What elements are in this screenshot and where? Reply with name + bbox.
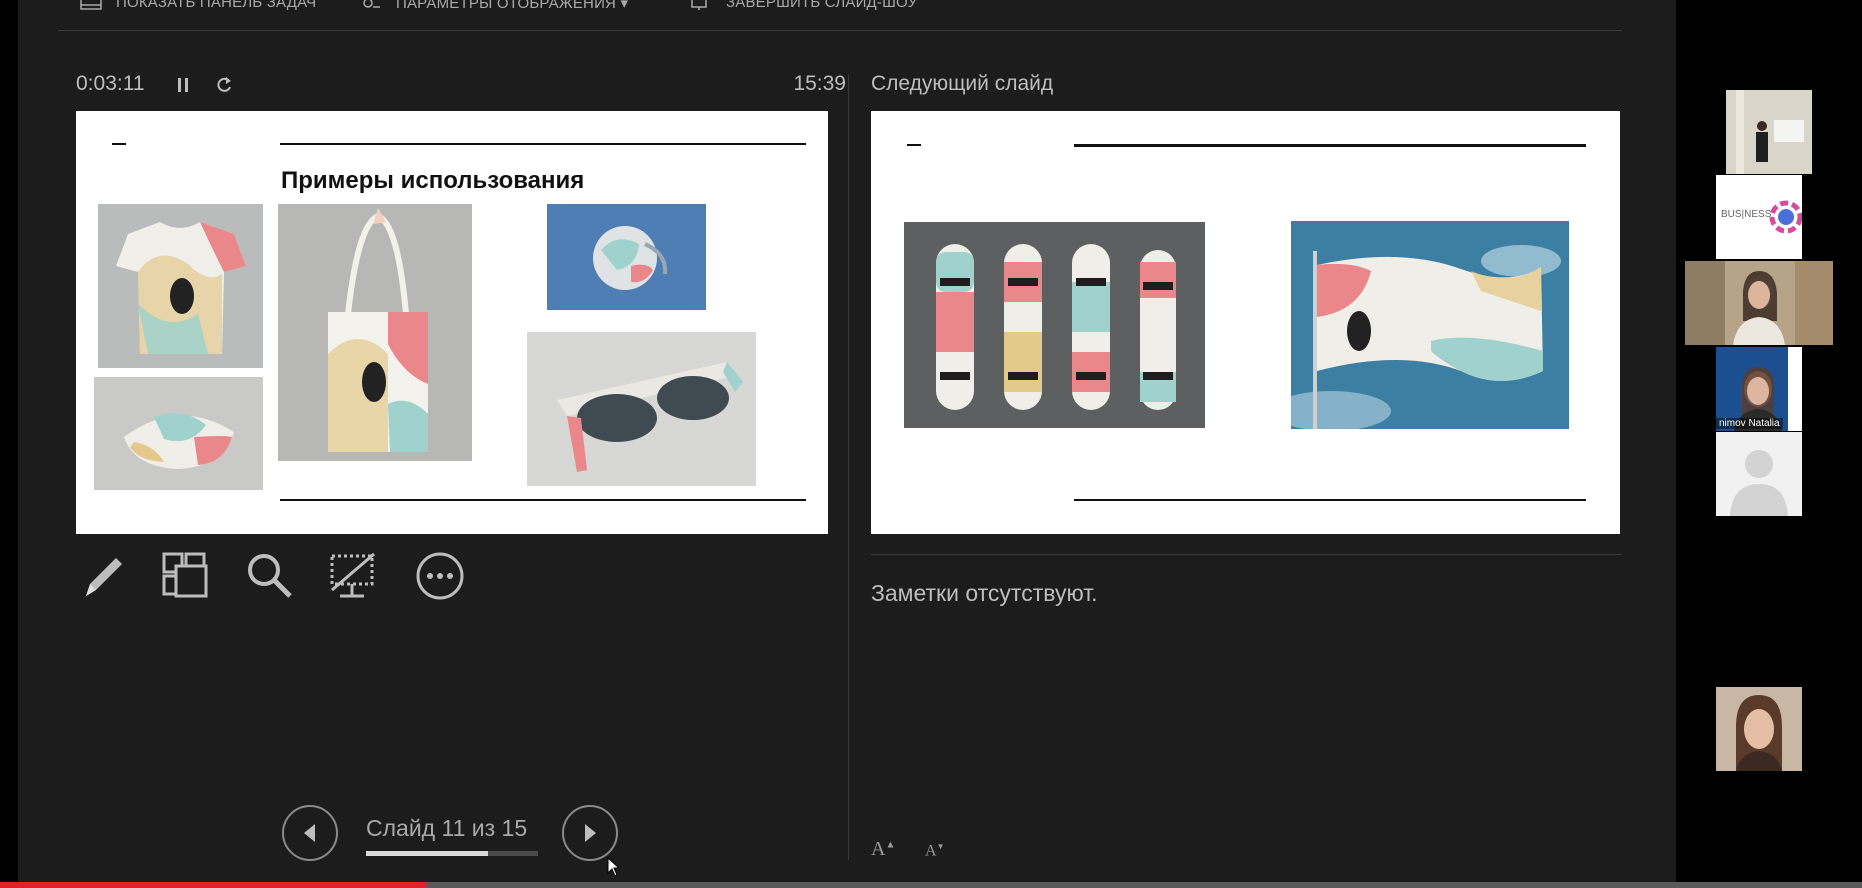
speaker-notes[interactable]: Заметки отсутствуют. [871,580,1098,607]
slide-progress-bar [366,851,538,856]
participant-video [1685,261,1833,345]
participant-tile[interactable] [1685,261,1833,345]
badge-mockup-image [547,204,706,310]
presenter-toolbar: ПОКАЗАТЬ ПАНЕЛЬ ЗАДАЧ ПАРАМЕТРЫ ОТОБРАЖЕ… [58,0,1622,31]
black-screen-icon[interactable] [328,550,380,602]
previous-slide-button[interactable] [282,805,338,861]
slides-grid-icon[interactable] [160,550,212,602]
display-settings-label: ПАРАМЕТРЫ ОТОБРАЖЕНИЯ ▾ [396,0,629,12]
show-taskbar-label: ПОКАЗАТЬ ПАНЕЛЬ ЗАДАЧ [116,0,317,11]
participant-tile[interactable]: nimov Natalia [1716,347,1802,431]
participant-tile[interactable]: BUS|NESS [1716,175,1802,259]
pane-divider[interactable] [848,74,849,860]
tshirt-mockup-image [98,204,263,368]
participant-name: nimov Natalia [1716,418,1783,429]
mouse-cursor-icon [607,857,619,877]
next-arrow-icon [585,824,596,842]
more-options-icon[interactable] [414,550,466,602]
display-settings-button[interactable]: ПАРАМЕТРЫ ОТОБРАЖЕНИЯ ▾ [360,0,628,12]
sunglasses-mockup-image [527,332,756,486]
increase-font-button[interactable]: A▲ [871,838,895,861]
increase-font-label: A [871,838,886,860]
taskbar-icon [80,0,102,10]
end-slideshow-button[interactable]: ЗАВЕРШИТЬ СЛАЙД-ШОУ [690,0,917,11]
zoom-icon[interactable] [244,550,296,602]
restart-timer-icon[interactable] [214,74,234,96]
current-time: 15:39 [793,72,846,95]
decrease-font-label: A [925,842,937,860]
next-slide-top-rule [1074,144,1586,147]
slide-decoration-dash [112,143,126,145]
pen-icon[interactable] [78,550,130,602]
participant-tile[interactable] [1716,687,1802,771]
next-slide-button[interactable] [562,805,618,861]
next-slide-label: Следующий слайд [871,72,1054,95]
pause-icon[interactable] [174,76,192,94]
elapsed-timer: 0:03:11 [76,72,145,95]
participant-tile[interactable] [1716,432,1802,516]
slide-counter[interactable]: Слайд 11 из 15 [366,815,527,842]
current-slide-preview[interactable]: Примеры использования [76,111,828,534]
end-slideshow-label: ЗАВЕРШИТЬ СЛАЙД-ШОУ [726,0,918,11]
tote-bag-mockup-image [278,204,472,461]
face-mask-mockup-image [94,377,263,490]
notes-separator [871,554,1621,555]
video-progress-fill [0,882,425,888]
participant-video [1716,687,1802,771]
next-slide-bottom-rule [1074,499,1586,501]
settings-icon [363,0,380,8]
next-slide-decoration-dash [907,144,921,146]
presenter-tools [78,550,478,602]
logo-text: BUS|NESS [1721,209,1772,220]
slide-top-rule [280,143,806,145]
slide-bottom-rule [280,499,806,501]
participant-tile[interactable] [1726,90,1812,174]
slide-progress-fill [366,851,489,856]
flag-mockup-image [1291,221,1569,429]
end-show-icon [691,0,707,10]
skateboards-mockup-image [904,222,1205,428]
participant-video [1726,90,1812,174]
video-progress-bar[interactable] [0,882,1862,888]
previous-arrow-icon [304,824,315,842]
next-slide-preview[interactable] [871,111,1620,534]
slide-title: Примеры использования [281,167,585,194]
show-taskbar-button[interactable]: ПОКАЗАТЬ ПАНЕЛЬ ЗАДАЧ [80,0,316,11]
decrease-font-button[interactable]: A▼ [925,842,944,860]
timer-row: 0:03:11 15:39 [76,72,846,98]
avatar-placeholder-icon [1716,432,1802,516]
